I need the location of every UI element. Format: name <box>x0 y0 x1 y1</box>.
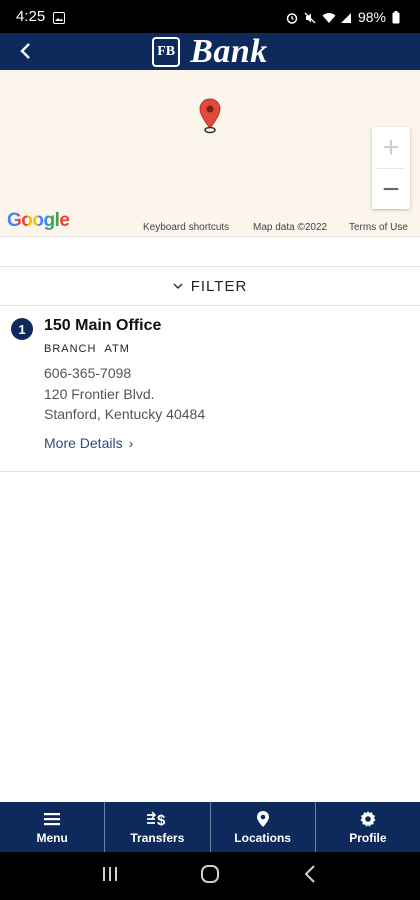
map-data-text: Map data ©2022 <box>253 222 328 233</box>
location-types: BRANCH ATM <box>44 343 130 355</box>
svg-text:$: $ <box>157 812 166 828</box>
nav-locations[interactable]: Locations <box>211 802 316 852</box>
status-bar: 4:25 98% <box>0 0 420 33</box>
nav-menu[interactable]: Menu <box>0 802 106 852</box>
chevron-right-icon: › <box>128 435 134 451</box>
logo-mark: FB <box>152 36 181 67</box>
keyboard-shortcuts-link[interactable]: Keyboard shortcuts <box>143 222 229 233</box>
chevron-down-icon <box>173 279 183 293</box>
recent-apps-button[interactable] <box>90 856 130 896</box>
location-type-branch: BRANCH <box>44 343 97 355</box>
status-time: 4:25 <box>16 8 46 25</box>
nav-menu-label: Menu <box>36 830 68 845</box>
bank-logo: FB Bank <box>152 33 268 71</box>
recent-apps-icon <box>101 866 119 887</box>
location-pin-icon <box>256 810 270 828</box>
mute-icon <box>304 11 316 23</box>
alarm-icon <box>286 11 298 24</box>
zoom-controls: + − <box>372 127 410 209</box>
filter-label: FILTER <box>190 277 248 295</box>
location-address-line1: 120 Frontier Blvd. <box>44 386 155 402</box>
more-details-link[interactable]: More Details › <box>44 435 133 451</box>
map-pin-icon[interactable] <box>199 98 221 134</box>
nav-transfers[interactable]: $ Transfers <box>105 802 211 852</box>
bottom-nav: Menu $ Transfers Locations Profile <box>0 802 420 852</box>
app-header: FB Bank <box>0 33 420 70</box>
transfer-icon: $ <box>146 810 168 828</box>
back-button[interactable] <box>10 35 40 68</box>
nav-profile[interactable]: Profile <box>316 802 420 852</box>
chevron-left-icon <box>18 36 32 67</box>
image-notification-icon <box>53 11 66 24</box>
more-details-label: More Details <box>44 435 123 451</box>
nav-transfers-label: Transfers <box>130 830 185 845</box>
back-arrow-icon <box>304 864 316 888</box>
map-footer: Keyboard shortcuts Map data ©2022 Terms … <box>0 222 420 236</box>
location-card[interactable]: 1 150 Main Office BRANCH ATM 606-365-709… <box>0 306 420 472</box>
signal-icon <box>340 11 352 23</box>
zoom-out-button[interactable]: − <box>372 169 410 210</box>
home-button[interactable] <box>190 856 230 896</box>
location-number-badge: 1 <box>11 318 33 340</box>
location-phone[interactable]: 606-365-7098 <box>44 365 131 381</box>
status-left: 4:25 <box>16 8 66 25</box>
battery-level: 98% <box>357 8 386 25</box>
location-address-line2: Stanford, Kentucky 40484 <box>44 406 206 422</box>
nav-profile-label: Profile <box>349 830 387 845</box>
zoom-in-button[interactable]: + <box>372 127 410 168</box>
menu-icon <box>43 810 61 828</box>
map-view[interactable]: + − Google Keyboard shortcuts Map data ©… <box>0 70 420 236</box>
status-right: 98% <box>286 9 404 25</box>
brand-name: Bank <box>190 32 268 70</box>
spacer <box>0 236 420 266</box>
battery-icon <box>392 10 404 23</box>
terms-link[interactable]: Terms of Use <box>349 222 408 233</box>
filter-toggle[interactable]: FILTER <box>0 266 420 306</box>
location-name: 150 Main Office <box>44 317 162 334</box>
location-type-atm: ATM <box>104 343 130 355</box>
home-icon <box>200 864 220 889</box>
wifi-icon <box>322 11 336 23</box>
system-nav-bar <box>0 852 420 900</box>
system-back-button[interactable] <box>290 856 330 896</box>
gear-icon <box>359 810 377 828</box>
nav-locations-label: Locations <box>234 830 291 845</box>
